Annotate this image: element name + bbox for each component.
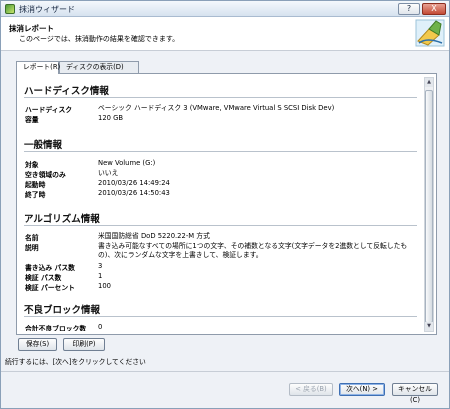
capacity-value: 120 GB [98, 114, 124, 122]
next-button[interactable]: 次へ(N) > [339, 383, 385, 396]
footer-divider [1, 371, 449, 372]
scroll-up-arrow-icon[interactable]: ▲ [425, 78, 433, 87]
section-divider [24, 151, 417, 152]
verify-percent-label: 検証 パーセント [25, 284, 75, 292]
page-subtitle: このページでは、抹消動作の結果を確認できます。 [19, 35, 180, 43]
free-space-only-label: 空き領域のみ [25, 171, 66, 179]
section-badblocks-title: 不良ブロック情報 [24, 305, 101, 316]
verify-passes-value: 1 [98, 272, 103, 280]
cancel-button[interactable]: キャンセル(C) [392, 383, 438, 404]
back-button[interactable]: < 戻る(B) [289, 383, 333, 396]
app-icon [5, 4, 15, 14]
target-value: New Volume (G:) [98, 159, 156, 167]
wizard-header: 抹消レポート このページでは、抹消動作の結果を確認できます。 [1, 17, 449, 51]
page-title: 抹消レポート [9, 24, 54, 33]
end-time-value: 2010/03/26 14:50:43 [98, 189, 170, 197]
algorithm-name-label: 名前 [25, 234, 39, 242]
wizard-window: 抹消ウィザード ? X 抹消レポート このページでは、抹消動作の結果を確認できま… [0, 0, 450, 409]
window-title: 抹消ウィザード [19, 5, 75, 14]
section-disk-title: ハードディスク情報 [24, 86, 109, 97]
bad-blocks-value: 0 [98, 323, 103, 331]
description-label: 説明 [25, 244, 39, 252]
write-passes-value: 3 [98, 262, 103, 270]
close-button[interactable]: X [422, 3, 446, 15]
scrollbar-thumb[interactable] [425, 90, 433, 323]
target-label: 対象 [25, 161, 39, 169]
wizard-eraser-icon [415, 19, 445, 47]
start-time-value: 2010/03/26 14:49:24 [98, 179, 170, 187]
write-passes-label: 書き込み パス数 [25, 264, 75, 272]
tab-disk-view[interactable]: ディスクの表示(D) [59, 61, 139, 73]
section-divider [24, 97, 417, 98]
status-text: 続行するには、[次へ]をクリックしてください [5, 358, 146, 366]
vertical-scrollbar[interactable]: ▲ ▼ [424, 77, 434, 332]
description-value: 書き込み可能なすべての場所に1つの文字、その補数となる文字(文字データを2進数と… [98, 242, 408, 259]
report-panel: ハードディスク情報 ハードディスク ベーシック ハードディスク 3 (VMwar… [16, 73, 437, 335]
disk-label: ハードディスク [25, 106, 73, 114]
free-space-only-value: いいえ [98, 169, 119, 177]
start-time-label: 起動時 [25, 181, 46, 189]
bad-blocks-label: 合計不良ブロック数 [25, 325, 87, 331]
print-button[interactable]: 印刷(P) [63, 338, 105, 351]
verify-percent-value: 100 [98, 282, 111, 290]
scroll-down-arrow-icon[interactable]: ▼ [425, 322, 433, 331]
section-divider [24, 225, 417, 226]
disk-value: ベーシック ハードディスク 3 (VMware, VMware Virtual … [98, 104, 335, 112]
capacity-label: 容量 [25, 116, 39, 124]
section-divider [24, 316, 417, 317]
section-algorithm-title: アルゴリズム情報 [24, 214, 100, 225]
report-content[interactable]: ハードディスク情報 ハードディスク ベーシック ハードディスク 3 (VMwar… [24, 79, 421, 331]
end-time-label: 終了時 [25, 191, 46, 199]
tab-report[interactable]: レポート(R) [16, 61, 60, 74]
save-button[interactable]: 保存(S) [18, 338, 57, 351]
section-general-title: 一般情報 [24, 140, 63, 151]
algorithm-name-value: 米国国防総省 DoD 5220.22-M 方式 [98, 232, 210, 240]
help-button[interactable]: ? [398, 3, 420, 15]
title-bar: 抹消ウィザード ? X [1, 1, 449, 17]
verify-passes-label: 検証 パス数 [25, 274, 62, 282]
